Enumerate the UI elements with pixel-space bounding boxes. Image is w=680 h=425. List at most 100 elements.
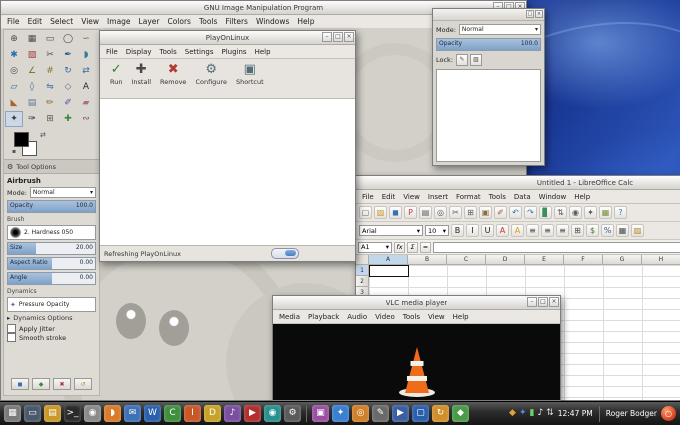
firefox-icon[interactable]: ◗: [104, 405, 121, 422]
calc-menu-item[interactable]: View: [399, 193, 424, 201]
smudge-tool[interactable]: ∾: [77, 111, 95, 127]
gimp-menu-item[interactable]: Select: [46, 17, 77, 26]
bluetooth-tray-icon[interactable]: ✦: [519, 409, 527, 418]
gimp-menu-item[interactable]: Filters: [221, 17, 251, 26]
highlight-color-icon[interactable]: A: [511, 224, 524, 237]
tool-options-tab[interactable]: ⚙ Tool Options: [4, 159, 99, 174]
select-by-color-tool[interactable]: ▧: [23, 47, 41, 63]
battery-tray-icon[interactable]: ▮: [529, 409, 534, 418]
zoom-tool[interactable]: ◎: [5, 63, 23, 79]
shear-tool[interactable]: ▱: [5, 79, 23, 95]
calc-menu-item[interactable]: Insert: [424, 193, 452, 201]
dynamics-select[interactable]: ✦ Pressure Opacity: [7, 297, 96, 312]
calc-menu-item[interactable]: Help: [570, 193, 594, 201]
background-color-icon[interactable]: ▨: [631, 224, 644, 237]
scissors-select-tool[interactable]: ✂: [41, 47, 59, 63]
gimp-menu-item[interactable]: Help: [293, 17, 318, 26]
checkbox-row[interactable]: Smooth stroke: [7, 333, 96, 342]
updates-tray-icon[interactable]: ◆: [509, 409, 516, 418]
calc-menu-item[interactable]: Tools: [485, 193, 510, 201]
restore-tool-preset-button[interactable]: ◆: [32, 378, 50, 390]
open-icon[interactable]: ▨: [374, 206, 387, 219]
layer-mode-select[interactable]: Normal ▾: [459, 24, 541, 35]
dynamics-options-expander[interactable]: ▸ Dynamics Options: [7, 314, 96, 322]
bold-icon[interactable]: B: [451, 224, 464, 237]
checkbox[interactable]: [7, 333, 16, 342]
user-menu[interactable]: Roger Bodger: [606, 409, 657, 418]
column-header[interactable]: B: [408, 255, 447, 265]
calc-menu-item[interactable]: File: [358, 193, 378, 201]
run-button[interactable]: ✓ Run: [110, 63, 122, 98]
color-picker-tool[interactable]: ◗: [77, 47, 95, 63]
vlc-menu-item[interactable]: View: [424, 313, 449, 321]
calc-menu-item[interactable]: Format: [452, 193, 485, 201]
column-header[interactable]: F: [564, 255, 603, 265]
print-preview-icon[interactable]: ◎: [434, 206, 447, 219]
paint-mode-select[interactable]: Normal ▾: [30, 187, 96, 198]
gimp-icon[interactable]: ◉: [84, 405, 101, 422]
maximize-icon[interactable]: □: [333, 32, 343, 42]
package-manager-icon[interactable]: ◆: [452, 405, 469, 422]
column-header[interactable]: G: [603, 255, 642, 265]
gimp-menu-item[interactable]: Colors: [163, 17, 195, 26]
align-right-icon[interactable]: ≡: [556, 224, 569, 237]
gimp-menu-item[interactable]: Tools: [195, 17, 221, 26]
reset-tool-options-button[interactable]: ↺: [74, 378, 92, 390]
pencil-tool[interactable]: ✏: [41, 95, 59, 111]
volume-tray-icon[interactable]: ♪: [537, 409, 543, 418]
gimp-menu-item[interactable]: File: [3, 17, 24, 26]
calc-menu-item[interactable]: Data: [510, 193, 535, 201]
lock-pixels-button[interactable]: ✎: [456, 54, 468, 66]
export-pdf-icon[interactable]: P: [404, 206, 417, 219]
fuzzy-select-tool[interactable]: ✱: [5, 47, 23, 63]
update-manager-icon[interactable]: ↻: [432, 405, 449, 422]
layers-list[interactable]: [436, 69, 541, 162]
calc-menu-item[interactable]: Window: [535, 193, 571, 201]
disc-burner-icon[interactable]: ◎: [352, 405, 369, 422]
layers-dialog-titlebar[interactable]: □ ×: [433, 9, 544, 21]
swap-colors-icon[interactable]: ⇄: [40, 131, 46, 139]
remove-button[interactable]: ✖ Remove: [160, 63, 186, 98]
close-icon[interactable]: ×: [535, 10, 543, 18]
vlc-titlebar[interactable]: VLC media player – □ ×: [273, 296, 560, 310]
writer-icon[interactable]: W: [144, 405, 161, 422]
settings-icon[interactable]: ⚙: [284, 405, 301, 422]
free-select-tool[interactable]: ∽: [77, 31, 95, 47]
text-tool[interactable]: A: [77, 79, 95, 95]
help-icon[interactable]: ?: [614, 206, 627, 219]
measure-tool[interactable]: ∠: [23, 63, 41, 79]
delete-tool-preset-button[interactable]: ✖: [53, 378, 71, 390]
minimize-icon[interactable]: –: [322, 32, 332, 42]
gimp-menu-item[interactable]: Windows: [252, 17, 293, 26]
ellipse-select-tool[interactable]: ◯: [59, 31, 77, 47]
column-header[interactable]: C: [447, 255, 486, 265]
close-icon[interactable]: ×: [549, 297, 559, 307]
undo-icon[interactable]: ↶: [509, 206, 522, 219]
tool-option-slider[interactable]: Size 20.00: [7, 242, 96, 255]
calc-icon[interactable]: C: [164, 405, 181, 422]
currency-format-icon[interactable]: $: [586, 224, 599, 237]
tool-option-slider[interactable]: Aspect Ratio 0.00: [7, 257, 96, 270]
row-header[interactable]: 2: [356, 276, 368, 287]
percent-format-icon[interactable]: %: [601, 224, 614, 237]
maximize-icon[interactable]: □: [538, 297, 548, 307]
photos-icon[interactable]: ▣: [312, 405, 329, 422]
align-center-icon[interactable]: ≡: [541, 224, 554, 237]
crop-tool[interactable]: #: [41, 63, 59, 79]
row-header[interactable]: 1: [356, 265, 368, 276]
playonlinux-titlebar[interactable]: PlayOnLinux – □ ×: [100, 31, 355, 45]
sort-icon[interactable]: ⇅: [554, 206, 567, 219]
foreground-color-swatch[interactable]: [14, 132, 29, 147]
borders-icon[interactable]: ▦: [616, 224, 629, 237]
calc-menu-item[interactable]: Edit: [378, 193, 400, 201]
font-color-icon[interactable]: A: [496, 224, 509, 237]
bucket-fill-tool[interactable]: ◣: [5, 95, 23, 111]
vlc-menu-item[interactable]: Playback: [304, 313, 343, 321]
default-colors-icon[interactable]: ▪: [12, 148, 16, 155]
vlc-menu-item[interactable]: Audio: [343, 313, 371, 321]
save-tool-preset-button[interactable]: ◼: [11, 378, 29, 390]
playonlinux-icon[interactable]: ▶: [392, 405, 409, 422]
find-icon[interactable]: ◉: [569, 206, 582, 219]
font-name-select[interactable]: Arial ▾: [359, 225, 423, 236]
gradient-tool[interactable]: ▤: [23, 95, 41, 111]
